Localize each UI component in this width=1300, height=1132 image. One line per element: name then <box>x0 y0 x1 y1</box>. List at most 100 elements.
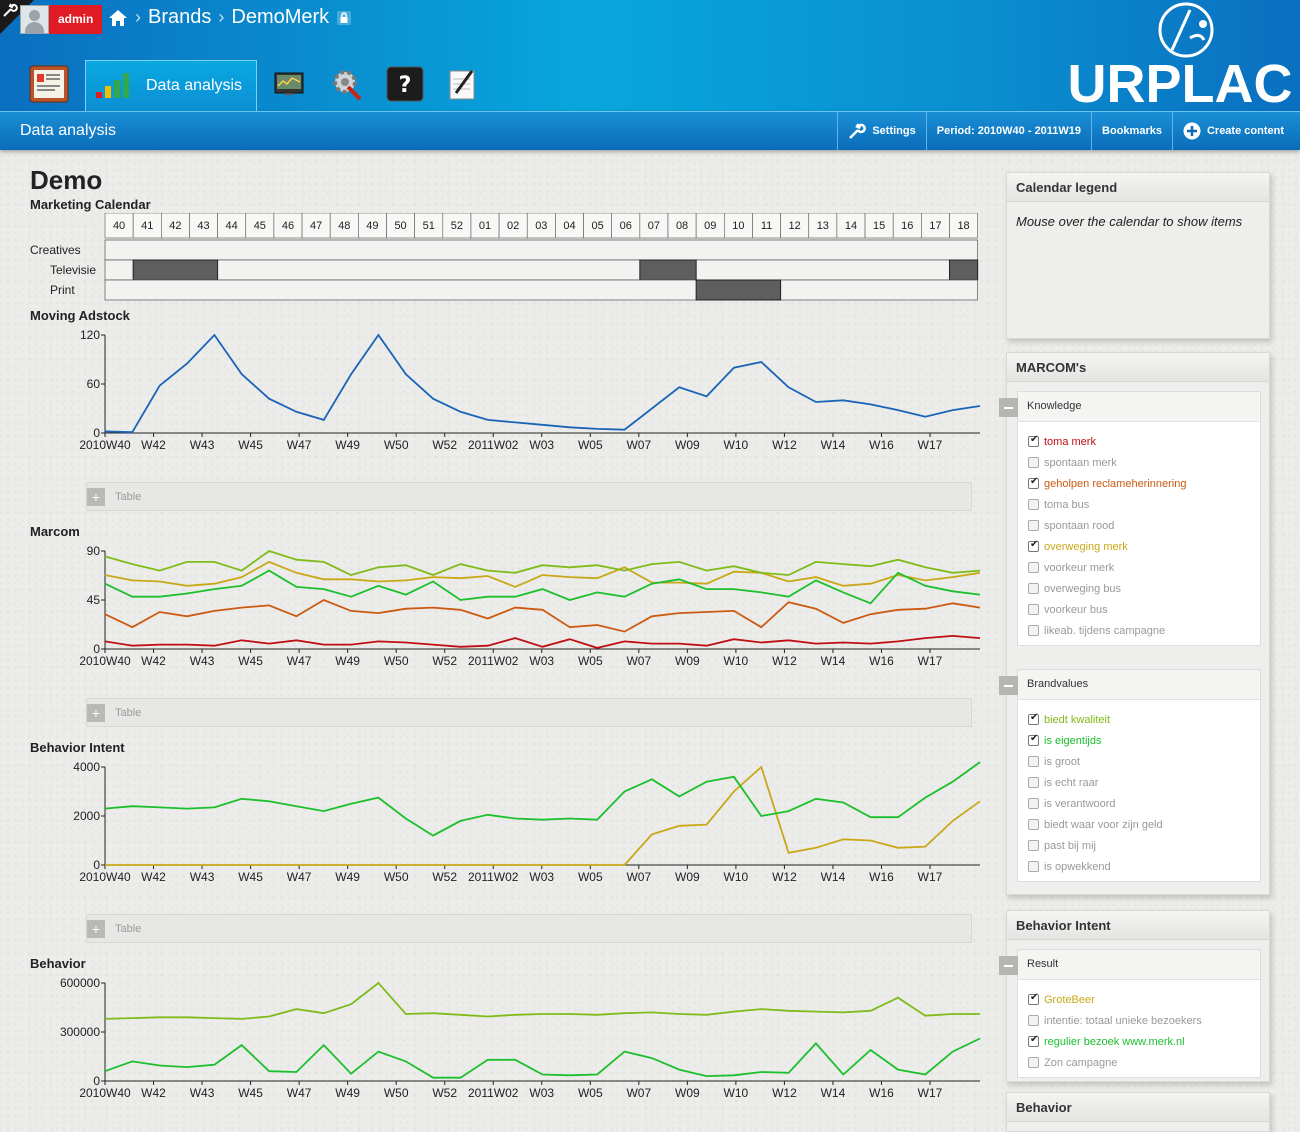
filter-item[interactable]: intentie: totaal unieke bezoekers <box>1028 1010 1260 1031</box>
filter-item[interactable]: spontaan merk <box>1028 452 1260 473</box>
checkbox[interactable] <box>1028 1015 1039 1026</box>
bookmarks-button[interactable]: Bookmarks <box>1091 112 1172 150</box>
help-module-button[interactable]: ? <box>383 62 427 106</box>
checkbox[interactable] <box>1028 733 1039 746</box>
filter-group-header[interactable]: Result <box>999 950 1260 980</box>
tools-module-button[interactable] <box>325 62 369 106</box>
breadcrumb-brand-name[interactable]: DemoMerk <box>231 6 329 29</box>
filter-item[interactable]: regulier bezoek www.merk.nl <box>1028 1031 1260 1052</box>
filter-item[interactable]: toma merk <box>1028 431 1260 452</box>
filter-item[interactable]: is opwekkend <box>1028 856 1260 877</box>
filter-item[interactable]: is eigentijds <box>1028 730 1260 751</box>
checkbox[interactable] <box>1028 712 1039 725</box>
checkbox[interactable] <box>1028 625 1039 636</box>
table-toggle[interactable]: + Table <box>86 482 972 511</box>
calendar-row[interactable] <box>104 259 979 281</box>
series-line[interactable] <box>104 333 981 434</box>
wrench-icon[interactable] <box>2 2 18 18</box>
calendar-week-label: 05 <box>592 220 604 232</box>
filter-item-label: voorkeur merk <box>1044 561 1115 574</box>
checkbox[interactable] <box>1028 562 1039 573</box>
user-menu[interactable]: admin <box>20 5 103 34</box>
series-line[interactable] <box>104 761 981 837</box>
tab-data-analysis[interactable]: Data analysis <box>85 60 258 111</box>
marcom-chart[interactable]: 045902010W40 W42 W43 W45 W47 W49 W50 W52 2011W02… <box>30 541 990 669</box>
series-line[interactable] <box>104 981 980 1020</box>
filter-item[interactable]: past bij mij <box>1028 835 1260 856</box>
checkbox[interactable] <box>1028 992 1039 1005</box>
checkbox[interactable] <box>1028 539 1039 552</box>
breadcrumb-brands[interactable]: Brands <box>148 6 211 29</box>
x-tick-label: W43 <box>190 438 215 452</box>
checkbox[interactable] <box>1028 476 1039 489</box>
series-line[interactable] <box>104 550 981 576</box>
dashboard-module-button[interactable] <box>27 62 71 106</box>
filter-item[interactable]: voorkeur bus <box>1028 599 1260 620</box>
checkbox[interactable] <box>1028 777 1039 788</box>
x-tick-label: 2010W40 <box>79 654 131 668</box>
filter-item[interactable]: is groot <box>1028 751 1260 772</box>
x-tick-label: W42 <box>141 870 166 884</box>
create-content-button[interactable]: Create content <box>1171 112 1300 150</box>
checkbox[interactable] <box>1028 604 1039 615</box>
filter-item[interactable]: is echt raar <box>1028 772 1260 793</box>
settings-button[interactable]: Settings <box>837 112 925 150</box>
calendar-row[interactable] <box>104 279 979 301</box>
filter-group-header[interactable]: Brandvalues <box>999 670 1260 700</box>
calendar-campaign-block[interactable] <box>132 259 219 281</box>
table-toggle[interactable]: + Table <box>86 698 972 727</box>
checkbox[interactable] <box>1028 583 1039 594</box>
filter-item[interactable]: toma bus <box>1028 494 1260 515</box>
calendar-week-label: 46 <box>282 220 294 232</box>
filter-item[interactable]: spontaan rood <box>1028 515 1260 536</box>
checkbox[interactable] <box>1028 840 1039 851</box>
checkbox[interactable] <box>1028 861 1039 872</box>
checkbox[interactable] <box>1028 1057 1039 1068</box>
calendar-row[interactable] <box>104 239 979 261</box>
calendar-week-label: 50 <box>394 220 406 232</box>
filter-item[interactable]: is verantwoord <box>1028 793 1260 814</box>
period-button[interactable]: Period: 2010W40 - 2011W19 <box>925 112 1091 150</box>
adstock-chart[interactable]: 0601202010W40 W42 W43 W45 W47 W49 W50 W52 2011W0… <box>30 325 990 453</box>
checkbox[interactable] <box>1028 798 1039 809</box>
filter-item[interactable]: voorkeur merk <box>1028 557 1260 578</box>
checkbox[interactable] <box>1028 1034 1039 1047</box>
monitor-module-button[interactable] <box>267 62 311 106</box>
filter-item[interactable]: geholpen reclameherinnering <box>1028 473 1260 494</box>
x-tick-label: W52 <box>432 870 457 884</box>
checkbox[interactable] <box>1028 520 1039 531</box>
behavior-chart[interactable]: 03000006000002010W40 W42 W43 W45 W47 W49 W50 W5… <box>30 973 990 1101</box>
checkbox[interactable] <box>1028 499 1039 510</box>
collapse-icon[interactable] <box>999 676 1018 695</box>
filter-item[interactable]: biedt kwaliteit <box>1028 709 1260 730</box>
panel-title: Behavior Intent <box>1007 911 1269 940</box>
filter-group-title: Knowledge <box>1027 400 1082 412</box>
collapse-icon[interactable] <box>999 956 1018 975</box>
calendar-campaign-block[interactable] <box>695 279 782 301</box>
filter-group: Result GroteBeer intentie: totaal unieke b… <box>999 949 1261 1078</box>
calendar-campaign-block[interactable] <box>639 259 697 281</box>
filter-item[interactable]: biedt waar voor zijn geld <box>1028 814 1260 835</box>
checkbox[interactable] <box>1028 457 1039 468</box>
calendar-campaign-block[interactable] <box>949 259 979 281</box>
filter-item[interactable]: Zon campagne <box>1028 1052 1260 1073</box>
notes-module-button[interactable] <box>441 62 485 106</box>
home-icon[interactable] <box>108 8 128 28</box>
collapse-icon[interactable] <box>999 398 1018 417</box>
series-line[interactable] <box>104 1037 981 1079</box>
checkbox[interactable] <box>1028 434 1039 447</box>
series-line[interactable] <box>104 634 981 649</box>
filter-item[interactable]: GroteBeer <box>1028 989 1260 1010</box>
filter-item[interactable]: likeab. tijdens campagne <box>1028 620 1260 641</box>
checkbox[interactable] <box>1028 819 1039 830</box>
filter-item[interactable]: overweging bus <box>1028 578 1260 599</box>
filter-group-header[interactable]: Knowledge <box>999 392 1260 422</box>
behavior-intent-chart[interactable]: 0200040002010W40 W42 W43 W45 W47 W49 W50 W52 201… <box>30 757 990 885</box>
checkbox[interactable] <box>1028 756 1039 767</box>
marketing-calendar[interactable]: 40 41 42 43 44 45 46 47 48 49 50 51 52 01 02 03 04 05 06 07… <box>30 213 981 301</box>
chart-title: Marcom <box>30 524 80 539</box>
series-line[interactable] <box>104 598 981 633</box>
series-line[interactable] <box>105 765 981 866</box>
table-toggle[interactable]: + Table <box>86 914 972 943</box>
filter-item[interactable]: overweging merk <box>1028 536 1260 557</box>
